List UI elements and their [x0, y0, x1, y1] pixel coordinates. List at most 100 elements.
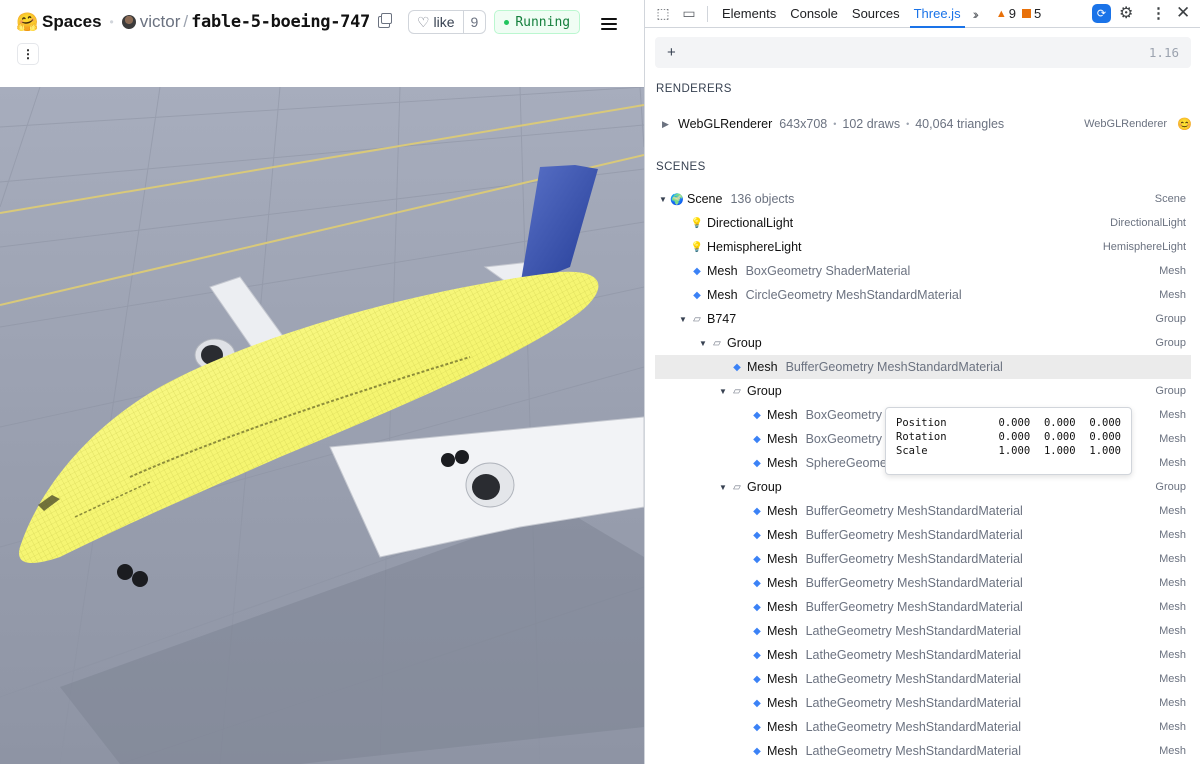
tab-console[interactable]: Console	[790, 0, 838, 28]
expand-arrow-icon[interactable]: ▼	[657, 195, 669, 204]
tree-row[interactable]: ◆ Mesh BufferGeometry MeshStandardMaterial…	[655, 523, 1191, 547]
more-options-button[interactable]: ⋮	[17, 43, 39, 65]
tree-node-name: B747	[707, 312, 737, 326]
tree-node-type: Mesh	[1159, 745, 1186, 757]
expand-arrow-icon[interactable]: ▼	[717, 387, 729, 396]
tree-row[interactable]: 💡 DirectionalLight DirectionalLight	[655, 211, 1191, 235]
warnings-count: 9	[1008, 6, 1017, 21]
transform-tooltip: Position 0.000 0.000 0.000 Rotation 0.000 0.00…	[885, 407, 1132, 475]
threejs-panel: + 1.16 RENDERERS ▶ WebGLRenderer 643x708…	[645, 29, 1200, 764]
issues-badge[interactable]: 5	[1022, 6, 1041, 21]
tooltip-value: 0.000	[1043, 431, 1076, 443]
tree-row[interactable]: ▼ ▱ Group Group	[655, 475, 1191, 499]
tree-node-name: HemisphereLight	[707, 240, 802, 254]
device-toolbar-icon[interactable]: ▭	[681, 5, 697, 22]
tree-row[interactable]: ◆ Mesh LatheGeometry MeshStandardMaterial M…	[655, 691, 1191, 715]
expand-arrow-icon[interactable]: ▼	[697, 339, 709, 348]
tab-elements[interactable]: Elements	[722, 0, 776, 28]
tree-node-name: Mesh	[767, 744, 798, 758]
tree-node-type: Mesh	[1159, 601, 1186, 613]
status-label: Running	[515, 14, 571, 30]
warning-icon: ▲	[995, 7, 1007, 20]
tab-threejs[interactable]: Three.js	[909, 0, 965, 28]
tree-row[interactable]: ◆ Mesh LatheGeometry MeshStandardMaterial M…	[655, 715, 1191, 739]
diamond-icon: ◆	[753, 553, 761, 565]
like-button[interactable]: ♡ like 9	[407, 10, 487, 34]
warnings-badge[interactable]: ▲ 9	[996, 6, 1016, 21]
tree-row[interactable]: ◆ Mesh LatheGeometry MeshStandardMaterial M…	[655, 619, 1191, 643]
folder-icon: ▱	[693, 313, 701, 325]
extension-icon[interactable]: ⟳	[1092, 4, 1111, 23]
tree-row[interactable]: ▼ 🌍 Scene 136 objects Scene	[655, 187, 1191, 211]
owner-avatar[interactable]	[121, 15, 136, 29]
close-icon[interactable]: ✕	[1176, 3, 1190, 23]
tree-row[interactable]: ◆ Mesh LatheGeometry MeshStandardMaterial M…	[655, 643, 1191, 667]
tree-node-name: Scene	[687, 192, 723, 206]
spaces-link[interactable]: Spaces	[42, 12, 102, 32]
expand-arrow-icon[interactable]: ▶	[662, 119, 676, 130]
tree-row[interactable]: ◆ Mesh BufferGeometry MeshStandardMaterial…	[655, 547, 1191, 571]
tree-node-type: Mesh	[1159, 625, 1186, 637]
tooltip-value: 1.000	[998, 445, 1031, 457]
diamond-icon: ◆	[753, 433, 761, 445]
tab-sources[interactable]: Sources	[852, 0, 900, 28]
tree-row[interactable]: ◆ Mesh BoxGeometry ShaderMaterial Mesh	[655, 259, 1191, 283]
tooltip-value: 0.000	[998, 417, 1031, 429]
tree-node-detail: CircleGeometry MeshStandardMaterial	[745, 288, 962, 302]
expand-arrow-icon[interactable]: ▼	[717, 483, 729, 492]
diamond-icon: ◆	[693, 289, 701, 301]
threejs-version: 1.16	[1148, 45, 1179, 60]
tree-row[interactable]: ▼ ▱ Group Group	[655, 331, 1191, 355]
status-badge[interactable]: Running	[494, 10, 581, 34]
owner-link[interactable]: victor	[140, 12, 181, 32]
like-label: like	[433, 14, 455, 30]
tree-row[interactable]: ◆ Mesh LatheGeometry MeshStandardMaterial M…	[655, 739, 1191, 763]
tooltip-row: Position 0.000 0.000 0.000	[896, 416, 1121, 430]
tree-node-detail: BufferGeometry MeshStandardMaterial	[805, 528, 1023, 542]
hamburger-menu-icon[interactable]	[601, 18, 617, 30]
tree-node-type: Mesh	[1159, 721, 1186, 733]
tree-node-type: DirectionalLight	[1110, 217, 1186, 229]
3d-viewport-canvas[interactable]	[0, 87, 644, 764]
tooltip-value: 1.000	[1043, 445, 1076, 457]
tree-node-name: DirectionalLight	[707, 216, 794, 230]
hugging-face-logo-icon[interactable]: 🤗	[16, 12, 38, 32]
toolbar-divider	[707, 5, 708, 22]
add-icon[interactable]: +	[667, 44, 676, 61]
tree-node-name: Mesh	[767, 624, 798, 638]
tree-node-name: Mesh	[707, 264, 738, 278]
renderer-row[interactable]: ▶ WebGLRenderer 643x708 • 102 draws • 40…	[662, 115, 1192, 133]
tree-row[interactable]: ◆ Mesh LatheGeometry MeshStandardMaterial M…	[655, 667, 1191, 691]
tree-row[interactable]: ◆ Mesh BufferGeometry MeshStandardMaterial…	[655, 499, 1191, 523]
copy-icon[interactable]	[377, 13, 392, 28]
tree-row[interactable]: ◆ Mesh CircleGeometry MeshStandardMaterial…	[655, 283, 1191, 307]
bulb-icon: 💡	[690, 241, 704, 253]
tree-node-type: Mesh	[1159, 673, 1186, 685]
gear-icon[interactable]: ⚙	[1119, 3, 1133, 23]
expand-arrow-icon[interactable]: ▼	[677, 315, 689, 324]
inspect-element-icon[interactable]: ⬚	[655, 5, 671, 22]
tooltip-label: Rotation	[896, 431, 947, 443]
tree-row[interactable]: ▼ ▱ Group Group	[655, 379, 1191, 403]
status-dot-icon	[504, 19, 510, 25]
tooltip-value: 0.000	[998, 431, 1031, 443]
devtools-pane: ⬚ ▭ Elements Console Sources Three.js ››…	[644, 0, 1200, 764]
tree-row[interactable]: ▼ ▱ B747 Group	[655, 307, 1191, 331]
renderer-name: WebGLRenderer	[678, 117, 773, 131]
tree-row[interactable]: ◆ Mesh BufferGeometry MeshStandardMaterial…	[655, 571, 1191, 595]
scenes-section-title: SCENES	[656, 161, 706, 173]
separator-dot: •	[109, 15, 114, 29]
tree-node-type: Mesh	[1159, 553, 1186, 565]
more-tabs-chevron-icon[interactable]: ››	[973, 6, 980, 22]
renderer-draws: 102 draws	[842, 117, 901, 131]
diamond-icon: ◆	[753, 577, 761, 589]
tree-node-detail: BufferGeometry MeshStandardMaterial	[805, 600, 1023, 614]
tree-row[interactable]: ◆ Mesh BufferGeometry MeshStandardMaterial	[655, 355, 1191, 379]
tree-row[interactable]: ◆ Mesh BufferGeometry MeshStandardMaterial…	[655, 595, 1191, 619]
tree-node-type: Mesh	[1159, 433, 1186, 445]
issue-flag-icon	[1022, 9, 1032, 18]
tree-row[interactable]: 💡 HemisphereLight HemisphereLight	[655, 235, 1191, 259]
repo-name-link[interactable]: fable-5-boeing-747	[191, 12, 370, 32]
more-vertical-icon[interactable]: ⋮	[1151, 4, 1166, 22]
tree-node-name: Mesh	[767, 720, 798, 734]
